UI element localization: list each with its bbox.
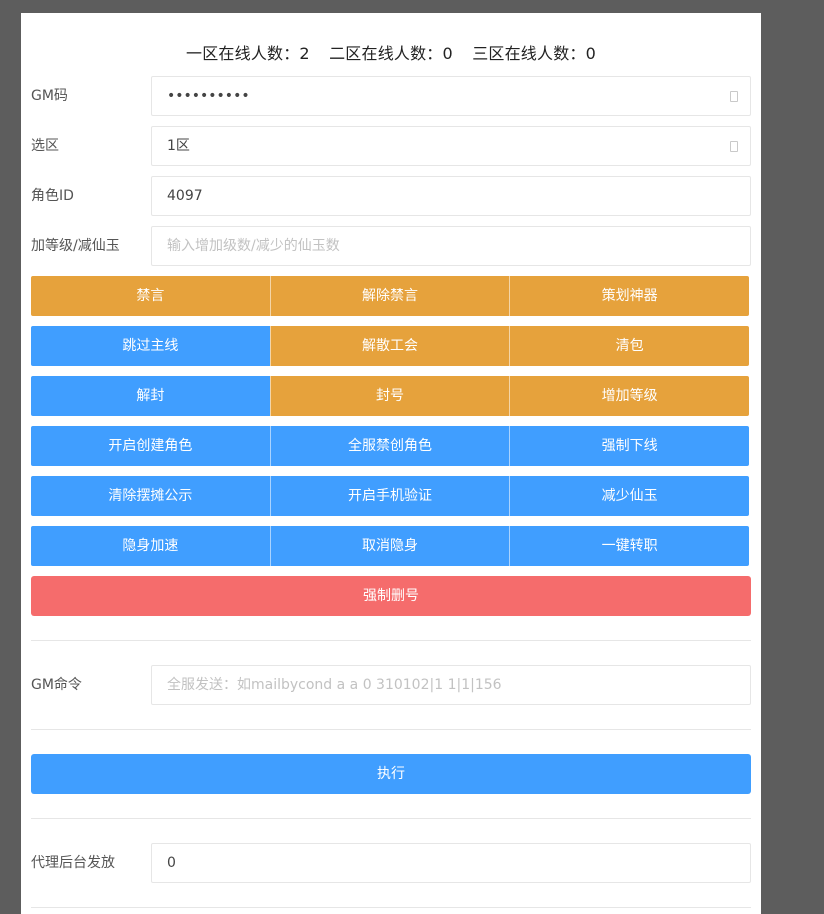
online-counts: 一区在线人数：2 二区在线人数：0 三区在线人数：0 <box>21 40 761 64</box>
role-id-input[interactable]: 4097 <box>151 176 751 216</box>
role-id-row: 角色ID 4097 <box>31 176 751 216</box>
button-row-1: 禁言 解除禁言 策划神器 <box>31 276 750 316</box>
gm-command-input[interactable]: 全服发送：如mailbycond a a 0 310102|1 1|1|156 <box>151 665 751 705</box>
button-row-6: 隐身加速 取消隐身 一键转职 <box>31 526 750 566</box>
button-row-2: 跳过主线 解散工会 清包 <box>31 326 750 366</box>
agent-label: 代理后台发放 <box>31 855 115 871</box>
clear-bag-button[interactable]: 清包 <box>509 326 750 366</box>
button-row-3: 解封 封号 增加等级 <box>31 376 750 416</box>
level-label: 加等级/减仙玉 <box>31 238 120 254</box>
level-input[interactable]: 输入增加级数/减少的仙玉数 <box>151 226 751 266</box>
level-row: 加等级/减仙玉 输入增加级数/减少的仙玉数 <box>31 226 751 266</box>
divider <box>31 640 751 641</box>
enable-create-role-button[interactable]: 开启创建角色 <box>31 426 270 466</box>
agent-row: 代理后台发放 0 <box>31 843 751 883</box>
zone3-online: 三区在线人数：0 <box>472 44 596 63</box>
disband-guild-button[interactable]: 解散工会 <box>269 326 510 366</box>
clear-stall-notice-button[interactable]: 清除摆摊公示 <box>31 476 270 516</box>
disable-create-role-button[interactable]: 全服禁创角色 <box>269 426 510 466</box>
agent-value: 0 <box>167 855 176 871</box>
zone-value: 1区 <box>167 138 190 154</box>
mute-button[interactable]: 禁言 <box>31 276 270 316</box>
skip-main-quest-button[interactable]: 跳过主线 <box>31 326 270 366</box>
agent-input[interactable]: 0 <box>151 843 751 883</box>
force-delete-button[interactable]: 强制删号 <box>31 576 751 616</box>
one-click-transfer-button[interactable]: 一键转职 <box>509 526 750 566</box>
role-id-value: 4097 <box>167 188 203 204</box>
divider <box>31 907 751 908</box>
role-id-label: 角色ID <box>31 188 74 204</box>
gm-command-row: GM命令 全服发送：如mailbycond a a 0 310102|1 1|1… <box>31 665 751 705</box>
execute-button[interactable]: 执行 <box>31 754 751 794</box>
level-placeholder: 输入增加级数/减少的仙玉数 <box>167 238 340 254</box>
select-suffix-icon <box>730 141 738 152</box>
enable-phone-verify-button[interactable]: 开启手机验证 <box>269 476 510 516</box>
artifact-button[interactable]: 策划神器 <box>509 276 750 316</box>
gm-command-label: GM命令 <box>31 677 82 693</box>
reduce-jade-button[interactable]: 减少仙玉 <box>509 476 750 516</box>
stealth-speed-button[interactable]: 隐身加速 <box>31 526 270 566</box>
gm-panel: 一区在线人数：2 二区在线人数：0 三区在线人数：0 GM码 •••••••••… <box>21 13 761 914</box>
button-row-4: 开启创建角色 全服禁创角色 强制下线 <box>31 426 750 466</box>
unban-button[interactable]: 解封 <box>31 376 270 416</box>
cancel-stealth-button[interactable]: 取消隐身 <box>269 526 510 566</box>
zone-select[interactable]: 1区 <box>151 126 751 166</box>
unmute-button[interactable]: 解除禁言 <box>269 276 510 316</box>
zone2-online: 二区在线人数：0 <box>329 44 453 63</box>
gm-code-label: GM码 <box>31 88 68 104</box>
zone-row: 选区 1区 <box>31 126 751 166</box>
button-row-5: 清除摆摊公示 开启手机验证 减少仙玉 <box>31 476 750 516</box>
gm-command-placeholder: 全服发送：如mailbycond a a 0 310102|1 1|1|156 <box>167 677 502 693</box>
divider <box>31 818 751 819</box>
ban-button[interactable]: 封号 <box>269 376 510 416</box>
gm-code-value: •••••••••• <box>167 88 250 104</box>
input-suffix-icon <box>730 91 738 102</box>
zone1-online: 一区在线人数：2 <box>186 44 310 63</box>
force-offline-button[interactable]: 强制下线 <box>509 426 750 466</box>
divider <box>31 729 751 730</box>
gm-code-input[interactable]: •••••••••• <box>151 76 751 116</box>
gm-code-row: GM码 •••••••••• <box>31 76 751 116</box>
zone-label: 选区 <box>31 138 59 154</box>
add-level-button[interactable]: 增加等级 <box>509 376 750 416</box>
